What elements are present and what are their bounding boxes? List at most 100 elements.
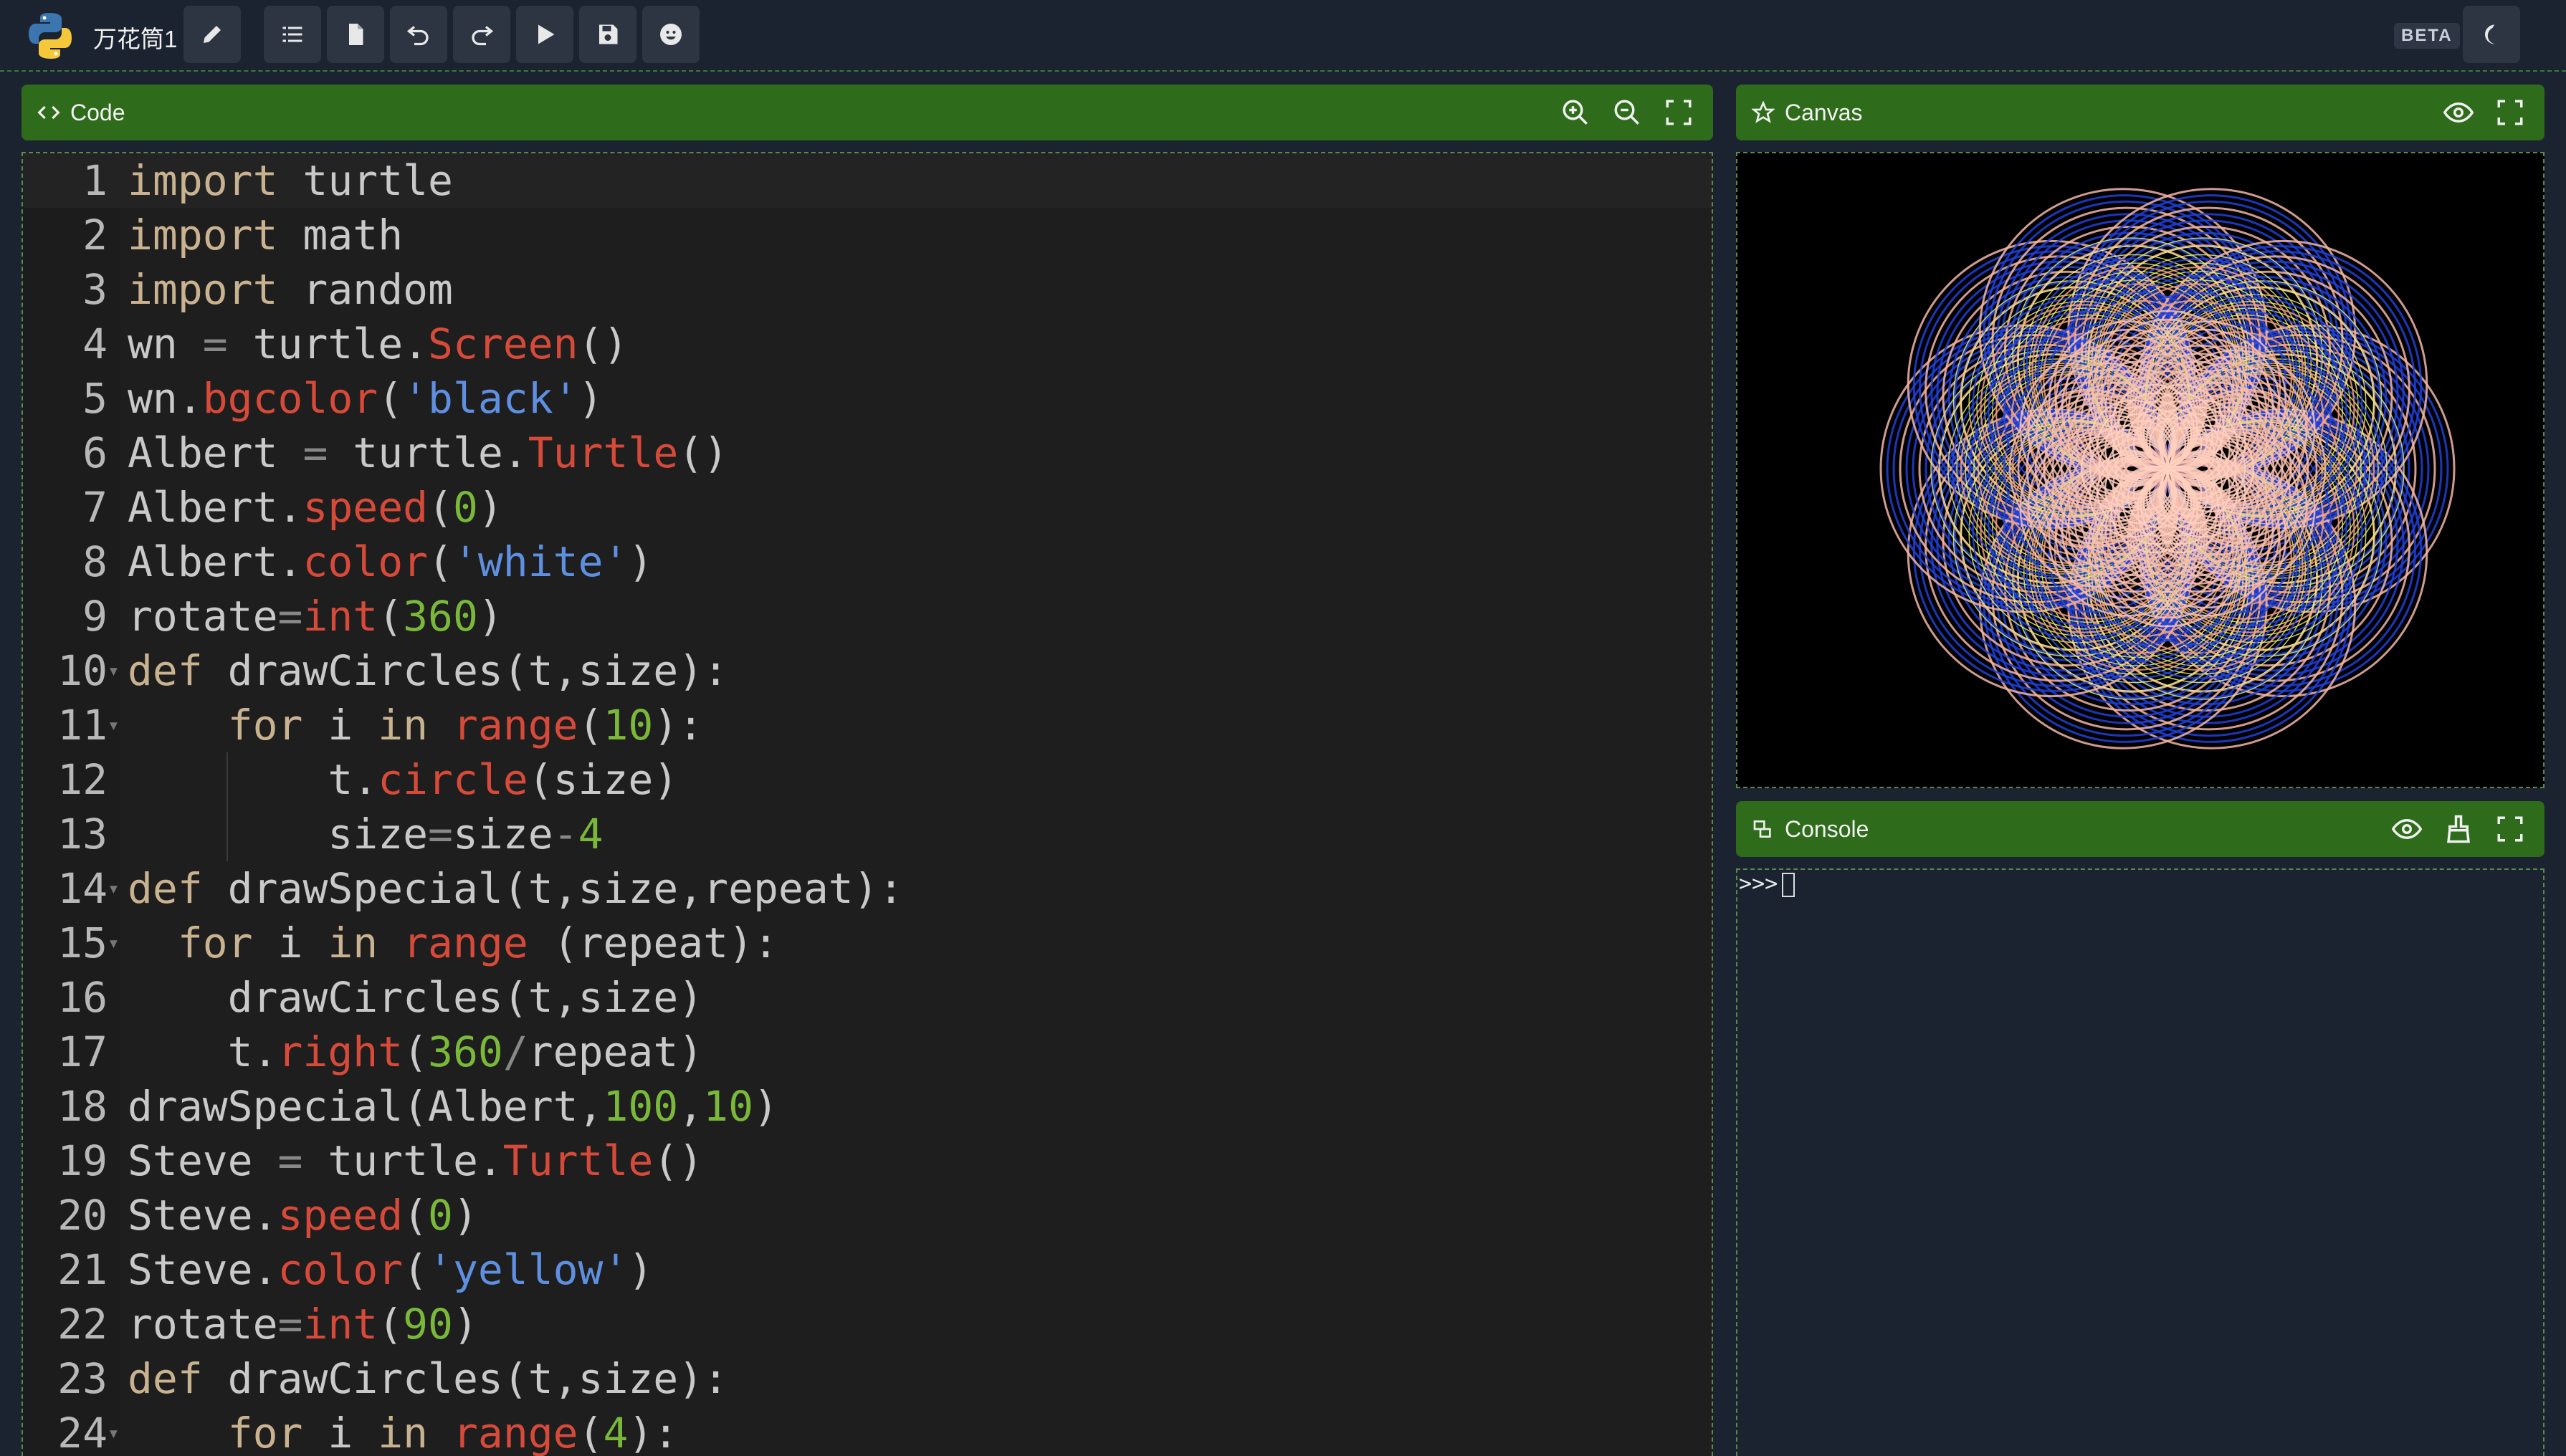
outline-button[interactable] <box>264 6 321 63</box>
line-number: 16 <box>57 973 108 1022</box>
code-line[interactable]: 21 Steve.color('yellow') <box>23 1242 1712 1297</box>
toggle-canvas-button[interactable] <box>2433 97 2484 128</box>
undo-icon <box>406 26 429 46</box>
code-text: def drawCircles(t,size): <box>128 1354 729 1403</box>
emoji-icon <box>660 24 682 45</box>
code-line[interactable]: 19 Steve = turtle.Turtle() <box>23 1134 1712 1188</box>
code-line[interactable]: 9 rotate=int(360) <box>23 589 1712 643</box>
fold-arrow-icon[interactable]: ▾ <box>108 698 120 752</box>
code-text: rotate=int(90) <box>128 1300 478 1349</box>
fullscreen-code-button[interactable] <box>1653 97 1704 128</box>
code-text: wn.bgcolor('black') <box>128 374 604 423</box>
line-number: 21 <box>57 1245 108 1294</box>
code-text: Steve.speed(0) <box>128 1191 478 1240</box>
code-text: def drawSpecial(t,size,repeat): <box>128 864 904 913</box>
save-button[interactable] <box>579 6 636 63</box>
turtle-canvas[interactable] <box>1736 152 2544 788</box>
python-logo-icon <box>29 13 72 59</box>
canvas-panel-header: Canvas <box>1736 85 2544 140</box>
zoom-out-button[interactable] <box>1601 97 1653 128</box>
line-number: 1 <box>82 156 108 205</box>
run-button[interactable] <box>516 6 573 63</box>
fullscreen-console-button[interactable] <box>2484 814 2536 844</box>
code-line[interactable]: 10 ▾ def drawCircles(t,size): <box>23 643 1712 698</box>
code-text: for i in range(4): <box>227 1409 679 1456</box>
code-text: for i in range(10): <box>227 701 704 749</box>
code-line[interactable]: 4 wn = turtle.Screen() <box>23 317 1712 371</box>
code-line[interactable]: 8 Albert.color('white') <box>23 535 1712 589</box>
code-line[interactable]: 2 import math <box>23 208 1712 262</box>
code-line[interactable]: 18 drawSpecial(Albert,100,10) <box>23 1079 1712 1134</box>
fold-arrow-icon[interactable]: ▾ <box>108 861 120 916</box>
code-line[interactable]: 14 ▾ def drawSpecial(t,size,repeat): <box>23 861 1712 916</box>
code-line[interactable]: 23 def drawCircles(t,size): <box>23 1351 1712 1406</box>
fullscreen-icon <box>2497 816 2523 842</box>
code-panel-header: Code <box>22 85 1713 140</box>
eye-icon <box>2392 818 2422 840</box>
code-line[interactable]: 22 rotate=int(90) <box>23 1297 1712 1351</box>
clear-console-button[interactable] <box>2433 814 2484 844</box>
redo-button[interactable] <box>453 6 510 63</box>
code-line[interactable]: 1 import turtle <box>23 153 1712 208</box>
emoji-button[interactable] <box>642 6 700 63</box>
code-line[interactable]: 12 t.circle(size) <box>23 752 1712 807</box>
console-icon <box>1753 820 1771 838</box>
line-number: 6 <box>82 428 108 477</box>
code-line[interactable]: 6 Albert = turtle.Turtle() <box>23 426 1712 480</box>
code-text: drawSpecial(Albert,100,10) <box>128 1082 778 1131</box>
code-line[interactable]: 13 size=size-4 <box>23 807 1712 861</box>
code-line[interactable]: 3 import random <box>23 262 1712 317</box>
zoom-in-button[interactable] <box>1550 97 1601 128</box>
fullscreen-icon <box>2497 100 2523 125</box>
fullscreen-canvas-button[interactable] <box>2484 97 2536 128</box>
fold-arrow-icon[interactable]: ▾ <box>108 916 120 970</box>
code-line[interactable]: 20 Steve.speed(0) <box>23 1188 1712 1242</box>
zoom-out-icon <box>1614 100 1639 125</box>
code-editor[interactable]: 1 import turtle 2 import math 3 import random… <box>22 152 1713 1456</box>
line-number: 10 <box>57 646 108 695</box>
code-text: Albert = turtle.Turtle() <box>128 428 729 477</box>
canvas-panel-label: Canvas <box>1785 99 1863 125</box>
code-line[interactable]: 15 ▾ for i in range (repeat): <box>23 916 1712 970</box>
line-number: 18 <box>57 1082 108 1131</box>
console-output[interactable]: >>> <box>1736 868 2544 1456</box>
toggle-console-button[interactable] <box>2381 814 2433 844</box>
code-text: t.circle(size) <box>128 755 679 804</box>
code-line[interactable]: 24 ▾ for i in range(4): <box>23 1406 1712 1456</box>
indent-guide <box>226 752 228 861</box>
rename-button[interactable] <box>183 6 241 63</box>
line-number: 7 <box>82 483 108 532</box>
zoom-in-icon <box>1563 100 1588 125</box>
code-text: def drawCircles(t,size): <box>128 646 729 695</box>
line-number: 9 <box>82 592 108 641</box>
line-number: 23 <box>57 1354 108 1403</box>
fold-arrow-icon[interactable]: ▾ <box>108 1406 120 1456</box>
new-file-button[interactable] <box>327 6 384 63</box>
code-line[interactable]: 17 t.right(360/repeat) <box>23 1025 1712 1079</box>
code-line[interactable]: 16 drawCircles(t,size) <box>23 970 1712 1025</box>
code-text: import math <box>128 211 404 259</box>
code-text: for i in range (repeat): <box>177 919 778 967</box>
code-text: wn = turtle.Screen() <box>128 320 629 368</box>
line-number: 3 <box>82 265 108 314</box>
run-icon <box>538 24 555 44</box>
file-icon <box>349 24 363 45</box>
spirograph-drawing <box>1879 188 2456 749</box>
code-line[interactable]: 7 Albert.speed(0) <box>23 480 1712 535</box>
theme-toggle-button[interactable] <box>2463 6 2520 63</box>
line-number: 17 <box>57 1028 108 1076</box>
project-title[interactable]: 万花筒1 <box>93 20 177 54</box>
code-line[interactable]: 5 wn.bgcolor('black') <box>23 371 1712 426</box>
fold-arrow-icon[interactable]: ▾ <box>108 643 120 698</box>
code-panel-label: Code <box>70 99 125 125</box>
broom-icon <box>2447 815 2470 843</box>
code-line[interactable]: 11 ▾ for i in range(10): <box>23 698 1712 752</box>
eye-icon <box>2443 102 2474 123</box>
line-number: 4 <box>82 320 108 368</box>
moon-icon <box>2484 24 2495 44</box>
undo-button[interactable] <box>390 6 447 63</box>
console-prompt-line[interactable]: >>> <box>1739 871 1795 897</box>
list-icon <box>282 27 302 42</box>
code-text: Steve.color('yellow') <box>128 1245 654 1294</box>
fullscreen-icon <box>1666 100 1692 125</box>
